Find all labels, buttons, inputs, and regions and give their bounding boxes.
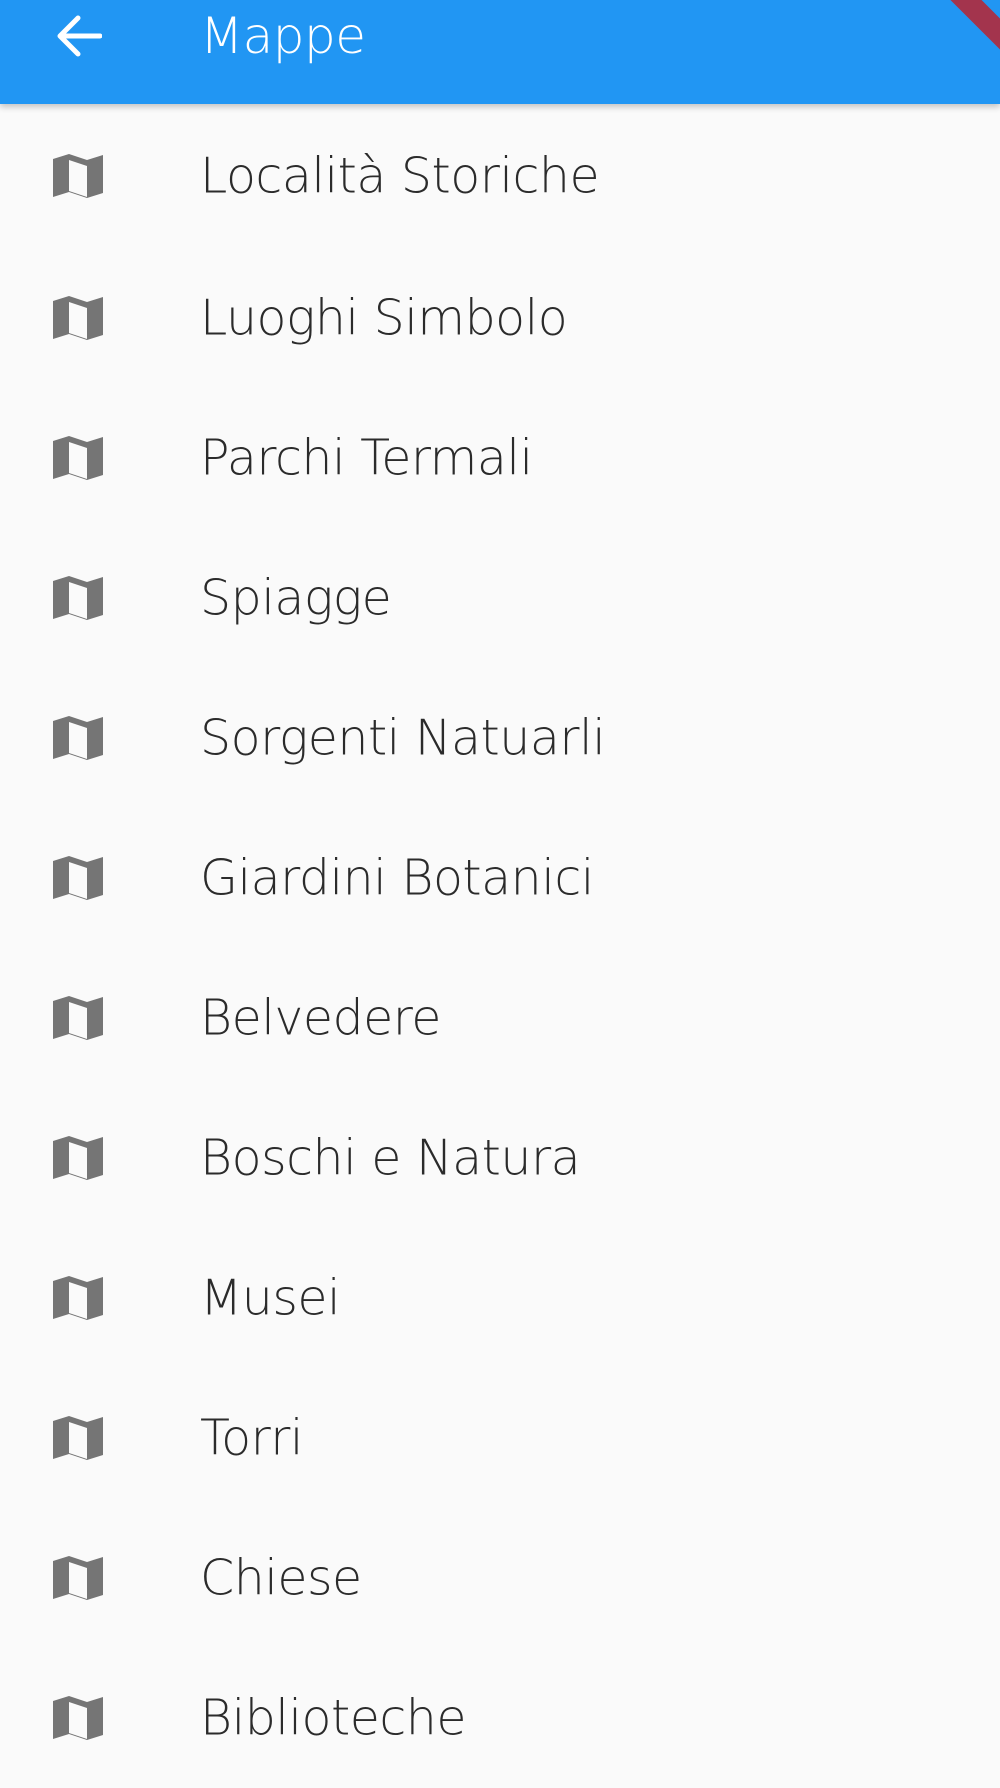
list-item-boschi-e-natura[interactable]: Boschi e Natura bbox=[0, 1088, 1000, 1228]
list-item-label: Chiese bbox=[200, 1549, 362, 1607]
list-item-localita-storiche[interactable]: Località Storiche bbox=[0, 104, 1000, 248]
list-item-label: Sorgenti Natuarli bbox=[200, 709, 606, 767]
map-icon bbox=[50, 1134, 106, 1182]
map-icon bbox=[50, 152, 106, 200]
list-item-giardini-botanici[interactable]: Giardini Botanici bbox=[0, 808, 1000, 948]
list-item-label: Giardini Botanici bbox=[200, 849, 594, 907]
list-item-spiagge[interactable]: Spiagge bbox=[0, 528, 1000, 668]
list-item-label: Località Storiche bbox=[200, 147, 600, 205]
page-title: Mappe bbox=[200, 7, 366, 65]
map-icon bbox=[50, 1554, 106, 1602]
map-icon bbox=[50, 854, 106, 902]
list-item-luoghi-simbolo[interactable]: Luoghi Simbolo bbox=[0, 248, 1000, 388]
list-item-label: Belvedere bbox=[200, 989, 441, 1047]
app-bar: Mappe bbox=[0, 0, 1000, 104]
list-item-label: Torri bbox=[200, 1409, 304, 1467]
list-item-belvedere[interactable]: Belvedere bbox=[0, 948, 1000, 1088]
map-icon bbox=[50, 714, 106, 762]
list-item-musei[interactable]: Musei bbox=[0, 1228, 1000, 1368]
map-category-list: Località Storiche Luoghi Simbolo Parchi … bbox=[0, 104, 1000, 1788]
list-item-biblioteche[interactable]: Biblioteche bbox=[0, 1648, 1000, 1788]
list-item-sorgenti-naturali[interactable]: Sorgenti Natuarli bbox=[0, 668, 1000, 808]
map-icon bbox=[50, 1274, 106, 1322]
map-icon bbox=[50, 574, 106, 622]
arrow-left-icon bbox=[57, 15, 102, 57]
list-item-label: Biblioteche bbox=[200, 1689, 467, 1747]
map-icon bbox=[50, 434, 106, 482]
list-item-parchi-termali[interactable]: Parchi Termali bbox=[0, 388, 1000, 528]
list-item-label: Luoghi Simbolo bbox=[200, 289, 568, 347]
list-item-torri[interactable]: Torri bbox=[0, 1368, 1000, 1508]
map-icon bbox=[50, 1694, 106, 1742]
debug-banner bbox=[940, 0, 1000, 60]
map-icon bbox=[50, 994, 106, 1042]
list-item-label: Musei bbox=[200, 1269, 341, 1327]
list-item-label: Parchi Termali bbox=[200, 429, 533, 487]
list-item-label: Spiagge bbox=[200, 569, 392, 627]
map-icon bbox=[50, 1414, 106, 1462]
list-item-label: Boschi e Natura bbox=[200, 1129, 581, 1187]
list-item-chiese[interactable]: Chiese bbox=[0, 1508, 1000, 1648]
back-button[interactable] bbox=[40, 0, 116, 72]
map-icon bbox=[50, 294, 106, 342]
